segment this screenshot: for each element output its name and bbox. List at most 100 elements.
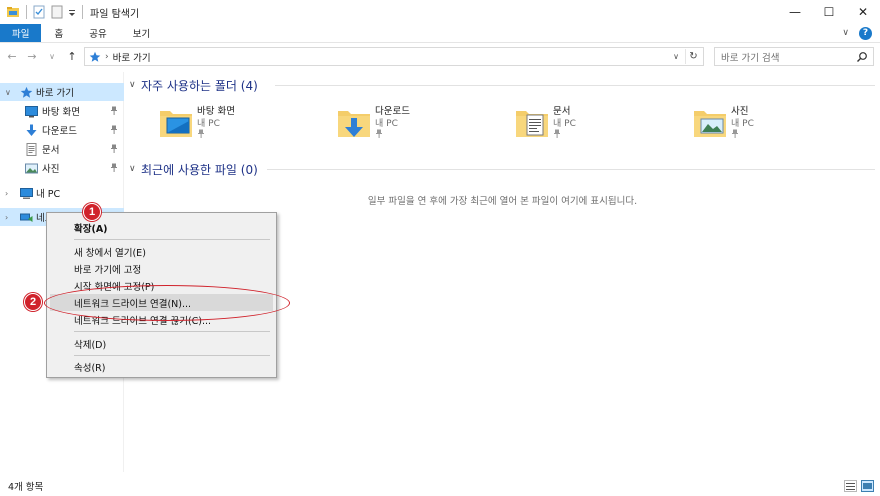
download-folder-icon [337,103,371,141]
ribbon-controls: ∨ ? [842,24,872,42]
menu-item-properties[interactable]: 속성(R) [50,358,273,375]
details-view-icon[interactable] [844,480,857,492]
window-title: 파일 탐색기 [90,8,140,20]
nav-item-this-pc[interactable]: › 내 PC [0,184,124,202]
up-button[interactable]: ↑ [64,47,80,67]
maximize-button[interactable]: ☐ [812,0,846,24]
navigation-bar: ← → ∨ ↑ › 바로 가기 ∨ ↻ 바로 가기 검색 [0,42,880,70]
menu-item-pin-quick-access[interactable]: 바로 가기에 고정 [50,260,273,277]
section-divider [267,169,875,170]
folder-tile-documents[interactable]: 문서 내 PC [515,103,675,147]
forward-button[interactable]: → [24,47,40,67]
documents-icon [25,143,38,156]
nav-item-desktop[interactable]: 바탕 화면 [0,102,124,120]
menu-item-expand[interactable]: 확장(A) [50,219,273,236]
address-dropdown-icon[interactable]: ∨ [669,49,683,64]
computer-icon [20,187,33,200]
folder-name: 바탕 화면 [197,106,235,117]
empty-recent-message: 일부 파일을 연 후에 가장 최근에 열어 본 파일이 여기에 표시됩니다. [367,196,638,207]
status-bar: 4개 항목 [0,476,880,496]
search-box[interactable]: 바로 가기 검색 [714,47,874,66]
expand-chevron-icon[interactable]: › [5,189,13,198]
properties-icon[interactable] [32,5,46,19]
ribbon-tabs: 파일 홈 공유 보기 ∨ ? [0,24,880,42]
help-icon[interactable]: ? [859,26,872,40]
folder-location: 내 PC [197,119,220,129]
back-button[interactable]: ← [4,47,20,67]
nav-item-pictures[interactable]: 사진 [0,159,124,177]
folder-tile-desktop[interactable]: 바탕 화면 내 PC [159,103,319,147]
folder-location: 내 PC [731,119,754,129]
nav-item-downloads[interactable]: 다운로드 [0,121,124,139]
highlight-oval [44,285,290,321]
nav-item-label: 바로 가기 [36,88,74,99]
toolbar-divider [26,5,27,19]
close-button[interactable]: ✕ [846,0,880,24]
pictures-icon [25,162,38,175]
pin-icon [553,129,561,140]
recent-locations-button[interactable]: ∨ [44,47,60,67]
pin-icon [110,144,118,155]
folder-icon [6,5,20,19]
expand-ribbon-icon[interactable]: ∨ [842,28,849,38]
nav-item-label: 다운로드 [42,126,77,137]
nav-item-label: 사진 [42,164,60,175]
pictures-folder-icon [693,103,727,141]
menu-separator [74,239,270,240]
nav-item-label: 내 PC [36,189,61,200]
item-count: 4개 항목 [8,482,44,493]
search-icon[interactable] [856,51,868,63]
menu-separator [74,355,270,356]
nav-item-documents[interactable]: 문서 [0,140,124,158]
title-bar: 파일 탐색기 — ☐ ✕ [0,0,880,24]
pin-icon [110,106,118,117]
tab-file[interactable]: 파일 [0,24,42,42]
tab-view[interactable]: 보기 [120,24,163,42]
quick-access-star-icon [89,51,101,63]
toolbar-divider [82,5,83,19]
address-bar[interactable]: › 바로 가기 ∨ ↻ [84,47,704,66]
section-title: 최근에 사용한 파일 (0) [141,162,258,177]
expand-chevron-icon[interactable]: › [5,213,13,222]
breadcrumb-chevron[interactable]: › [105,52,109,62]
section-divider [275,85,875,86]
pin-icon [110,163,118,174]
expanded-chevron-icon[interactable]: ∨ [5,88,13,97]
frequent-folders-header[interactable]: ∨ 자주 사용하는 폴더 (4) [129,77,258,93]
folder-location: 내 PC [553,119,576,129]
search-input[interactable]: 바로 가기 검색 [721,50,779,64]
tab-share[interactable]: 공유 [76,24,119,42]
documents-folder-icon [515,103,549,141]
star-icon [20,86,33,99]
nav-item-quick-access[interactable]: ∨ 바로 가기 [0,83,124,101]
folder-tile-pictures[interactable]: 사진 내 PC [693,103,853,147]
new-folder-icon[interactable] [50,5,64,19]
menu-separator [74,331,270,332]
desktop-folder-icon [159,103,193,141]
pin-icon [110,125,118,136]
refresh-icon[interactable]: ↻ [685,49,701,64]
folder-location: 내 PC [375,119,398,129]
quick-access-toolbar [0,0,88,24]
nav-item-label: 문서 [42,145,60,156]
breadcrumb[interactable]: 바로 가기 [113,50,151,64]
collapse-chevron-icon[interactable]: ∨ [129,80,141,90]
folder-tile-downloads[interactable]: 다운로드 내 PC [337,103,497,147]
customize-toolbar-icon[interactable] [68,5,76,19]
menu-item-open-new-window[interactable]: 새 창에서 열기(E) [50,243,273,260]
pin-icon [375,129,383,140]
tab-home[interactable]: 홈 [41,24,76,42]
minimize-button[interactable]: — [778,0,812,24]
step-badge-2: 2 [24,293,42,311]
collapse-chevron-icon[interactable]: ∨ [129,164,141,174]
recent-files-header[interactable]: ∨ 최근에 사용한 파일 (0) [129,161,258,177]
folder-name: 사진 [731,106,749,117]
folder-name: 다운로드 [375,106,410,117]
step-badge-1: 1 [83,203,101,221]
large-icons-view-icon[interactable] [861,480,874,492]
desktop-icon [25,105,38,118]
menu-item-delete[interactable]: 삭제(D) [50,335,273,352]
network-icon [20,211,33,224]
download-icon [25,124,38,137]
pin-icon [197,129,205,140]
